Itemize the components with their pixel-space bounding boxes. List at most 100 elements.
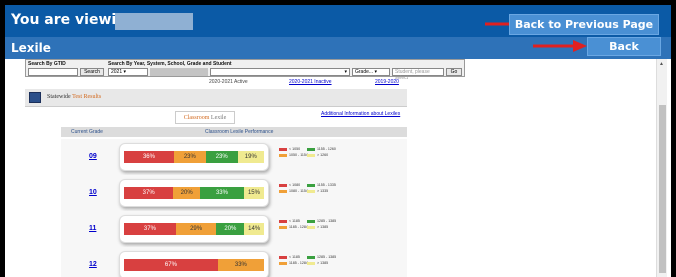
legend-label: 1185 - 1284 bbox=[289, 225, 308, 229]
go-button[interactable]: Go bbox=[446, 68, 462, 76]
scroll-up-icon[interactable]: ▲ bbox=[659, 61, 664, 67]
legend-swatch bbox=[279, 189, 287, 193]
col-current-grade: Current Grade bbox=[71, 129, 103, 135]
performance-legend: < 1185 1185 - 1284 1285 - 1385 > 1385 bbox=[279, 255, 399, 275]
legend-label: > 1385 bbox=[317, 225, 329, 229]
tab-lexile-word: Lexile bbox=[210, 114, 227, 121]
year-select[interactable]: 2021 ▾ bbox=[108, 68, 148, 76]
grade-link[interactable]: 10 bbox=[89, 189, 97, 196]
legend-label: < 1080 bbox=[289, 183, 301, 187]
year-inactive-link[interactable]: 2020-2021 Inactive bbox=[289, 79, 332, 85]
legend-label: 1155 - 1260 bbox=[317, 147, 336, 151]
legend-label: 1285 - 1385 bbox=[317, 255, 337, 259]
student-select[interactable]: Student, please select bbox=[392, 68, 444, 81]
tab-classroom-lexile[interactable]: Classroom Lexile bbox=[175, 111, 235, 124]
bar-segment: 29% bbox=[175, 223, 217, 235]
legend-item: 1155 - 1335 bbox=[307, 183, 336, 187]
bar-segment: 37% bbox=[124, 223, 176, 235]
legend-label: > 1335 bbox=[317, 189, 329, 193]
back-button[interactable]: Back bbox=[587, 37, 661, 56]
legend-item: 1185 - 1284 bbox=[279, 261, 308, 265]
bar-segment: 20% bbox=[216, 223, 245, 235]
legend-swatch bbox=[279, 147, 287, 151]
legend-label: 1050 - 1154 bbox=[289, 153, 308, 157]
bar-segment: 19% bbox=[237, 151, 264, 163]
table-row: 12 67% 33% < 1185 1185 - 1284 1285 - 1385 > 13… bbox=[61, 247, 407, 277]
bar-segment: 15% bbox=[243, 187, 264, 199]
page-title: Lexile bbox=[11, 41, 51, 55]
performance-bar: 67% 33% bbox=[124, 259, 264, 271]
search-gtid-label: Search By GTID bbox=[28, 61, 66, 67]
performance-legend: < 1185 1185 - 1284 1285 - 1385 > 1385 bbox=[279, 219, 399, 239]
table-row: 10 37% 20% 33% 15% < 1080 1080 - 1154 1155 - 13… bbox=[61, 175, 407, 211]
legend-item: < 1080 bbox=[279, 183, 300, 187]
legend-swatch bbox=[307, 153, 315, 157]
table-header: Current Grade Classroom Lexile Performan… bbox=[61, 127, 407, 137]
performance-legend: < 1050 1050 - 1154 1155 - 1260 > 1260 bbox=[279, 147, 399, 167]
legend-item: > 1385 bbox=[307, 225, 328, 229]
legend-item: < 1185 bbox=[279, 255, 300, 259]
legend-label: 1285 - 1385 bbox=[317, 219, 337, 223]
statewide-accent: Test Results bbox=[72, 94, 102, 100]
additional-info-link[interactable]: Additional Information about Lexiles bbox=[321, 111, 400, 117]
legend-label: 1155 - 1335 bbox=[317, 183, 336, 187]
legend-item: 1285 - 1385 bbox=[307, 219, 336, 223]
year-select-value: 2021 bbox=[111, 69, 123, 75]
content-area: Search By GTID Search By Year, System, S… bbox=[11, 59, 667, 277]
legend-label: < 1050 bbox=[289, 147, 301, 151]
legend-swatch bbox=[307, 255, 315, 259]
top-bar: You are viewing as Back to Previous Page bbox=[5, 5, 671, 37]
legend-label: > 1260 bbox=[317, 153, 329, 157]
legend-item: 1050 - 1154 bbox=[279, 153, 308, 157]
bar-segment: 33% bbox=[217, 259, 264, 271]
performance-card: 67% 33% bbox=[119, 251, 269, 277]
table-row: 09 36% 23% 23% 19% < 1050 1050 - 1154 1155 - 12… bbox=[61, 139, 407, 175]
grade-link[interactable]: 12 bbox=[89, 261, 97, 268]
bar-segment: 67% bbox=[124, 259, 218, 271]
bar-segment: 20% bbox=[173, 187, 200, 199]
legend-swatch bbox=[279, 183, 287, 187]
performance-card: 37% 20% 33% 15% bbox=[119, 179, 269, 207]
legend-swatch bbox=[307, 189, 315, 193]
vertical-scrollbar[interactable]: ▲ bbox=[656, 59, 667, 277]
statewide-results-bar[interactable]: Statewide Test Results bbox=[25, 89, 407, 107]
gtid-input[interactable] bbox=[28, 68, 78, 76]
legend-swatch bbox=[279, 225, 287, 229]
performance-card: 36% 23% 23% 19% bbox=[119, 143, 269, 171]
legend-swatch bbox=[307, 183, 315, 187]
back-to-previous-page-button[interactable]: Back to Previous Page bbox=[509, 14, 659, 35]
legend-item: 1155 - 1260 bbox=[307, 147, 336, 151]
legend-label: > 1385 bbox=[317, 261, 329, 265]
legend-swatch bbox=[279, 153, 287, 157]
search-button[interactable]: Search bbox=[80, 68, 104, 76]
legend-item: 1185 - 1284 bbox=[279, 225, 308, 229]
legend-item: > 1260 bbox=[307, 153, 328, 157]
masked-system-select[interactable] bbox=[150, 68, 208, 76]
legend-label: < 1185 bbox=[289, 219, 300, 223]
bar-segment: 23% bbox=[173, 151, 206, 163]
legend-swatch bbox=[279, 219, 287, 223]
grade-link[interactable]: 11 bbox=[89, 225, 96, 232]
bar-segment: 23% bbox=[205, 151, 238, 163]
col-lexile-performance: Classroom Lexile Performance bbox=[205, 129, 274, 135]
legend-label: < 1185 bbox=[289, 255, 300, 259]
bar-segment: 37% bbox=[124, 187, 174, 199]
legend-swatch bbox=[307, 219, 315, 223]
grade-select[interactable]: Grade... ▾ bbox=[352, 68, 390, 76]
legend-swatch bbox=[279, 261, 287, 265]
legend-item: > 1335 bbox=[307, 189, 328, 193]
performance-bar: 37% 20% 33% 15% bbox=[124, 187, 264, 199]
legend-swatch bbox=[307, 261, 315, 265]
search-panel: Search By GTID Search By Year, System, S… bbox=[25, 59, 465, 81]
scroll-thumb[interactable] bbox=[659, 105, 666, 273]
school-select[interactable]: ▾ bbox=[210, 68, 350, 76]
app-window: You are viewing as Back to Previous Page… bbox=[5, 5, 671, 277]
legend-swatch bbox=[279, 255, 287, 259]
legend-swatch bbox=[307, 225, 315, 229]
legend-item: < 1185 bbox=[279, 219, 300, 223]
grade-link[interactable]: 09 bbox=[89, 153, 97, 160]
legend-item: < 1050 bbox=[279, 147, 300, 151]
tab-classroom-word: Classroom bbox=[183, 114, 210, 121]
year-2019-link[interactable]: 2019-2020 bbox=[375, 79, 399, 85]
performance-legend: < 1080 1080 - 1154 1155 - 1335 > 1335 bbox=[279, 183, 399, 203]
